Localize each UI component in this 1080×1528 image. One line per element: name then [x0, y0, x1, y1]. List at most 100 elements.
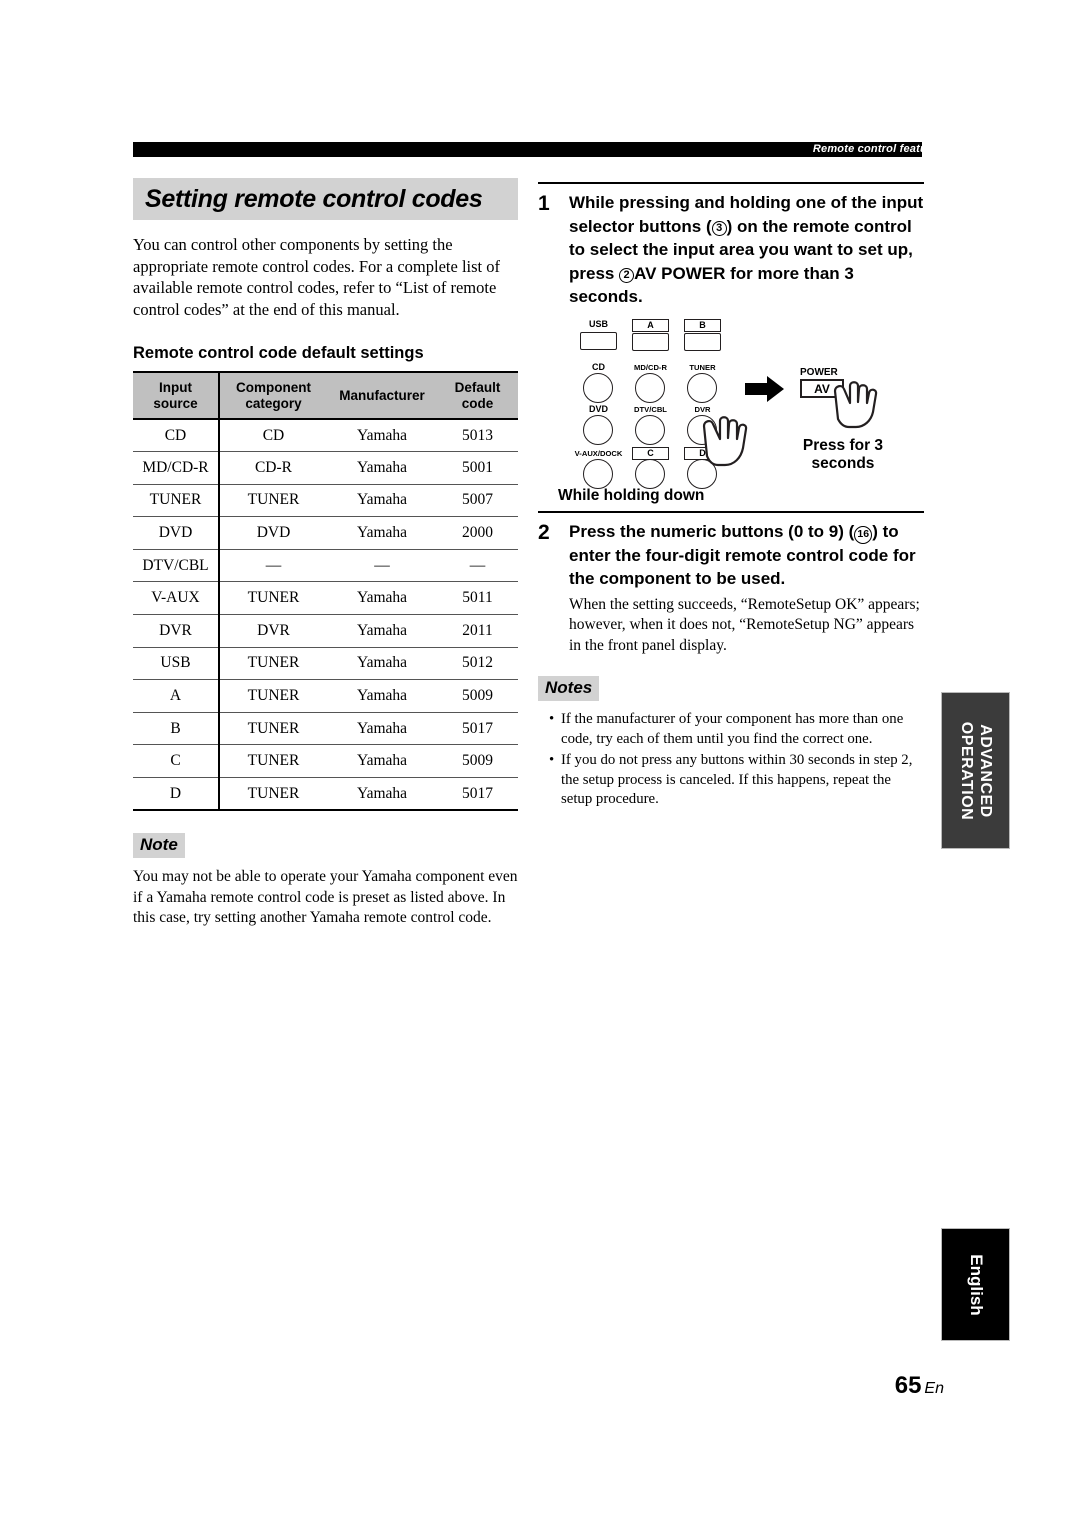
side-tab-advanced-line1: ADVANCED [976, 723, 994, 818]
step2-body: When the setting succeeds, “RemoteSetup … [569, 595, 920, 654]
step1-number: 1 [538, 192, 550, 215]
cell-input-source: DTV/CBL [133, 549, 220, 583]
table-row: USB TUNER Yamaha 5012 [133, 647, 518, 681]
cell-code: 5001 [437, 451, 518, 485]
table-row: V-AUX TUNER Yamaha 5011 [133, 581, 518, 616]
col0-line1: Input [159, 379, 192, 395]
button-cd[interactable] [583, 372, 613, 403]
list-item: If the manufacturer of your component ha… [549, 710, 924, 749]
step2-title-part-a: Press the numeric buttons (0 to 9) ( [569, 521, 855, 541]
table-row: B TUNER Yamaha 5017 [133, 712, 518, 746]
cell-code: 5012 [437, 647, 518, 681]
table-row: C TUNER Yamaha 5009 [133, 744, 518, 779]
button-label-v-aux-dock: V-AUX/DOCK [574, 448, 623, 458]
button-b[interactable] [684, 332, 721, 351]
cell-manufacturer: Yamaha [327, 614, 437, 648]
column-header-component-category: Component category [219, 372, 327, 419]
cell-code: 5011 [437, 581, 518, 616]
button-label-dtv-cbl: DTV/CBL [634, 404, 667, 414]
side-tab-english-label: English [966, 1253, 986, 1316]
button-label-a: A [632, 318, 669, 332]
button-tuner[interactable] [687, 372, 717, 403]
step1-av-power: AV POWER [634, 263, 726, 283]
cell-input-source: C [133, 744, 220, 779]
table-row: MD/CD-R CD-R Yamaha 5001 [133, 451, 518, 485]
step1-rule [538, 182, 924, 184]
cell-manufacturer: Yamaha [327, 581, 437, 616]
cell-code: 5013 [437, 419, 518, 453]
table-row: CD CD Yamaha 5013 [133, 419, 518, 453]
button-dtv-cbl[interactable] [635, 414, 665, 445]
callout-16-icon: 16 [854, 525, 873, 544]
button-md-cd-r[interactable] [635, 372, 665, 403]
cell-category: TUNER [219, 581, 327, 616]
cell-manufacturer: Yamaha [327, 744, 437, 779]
button-label-cd: CD [592, 361, 605, 372]
cell-category: TUNER [219, 744, 327, 779]
side-tab-advanced-line2: OPERATION [957, 721, 975, 820]
table-head: Input source Component category Manufact… [133, 372, 518, 419]
step-2: 2 Press the numeric buttons (0 to 9) (16… [538, 520, 924, 657]
cell-code: 5009 [437, 744, 518, 779]
table-row: A TUNER Yamaha 5009 [133, 679, 518, 713]
cell-manufacturer: Yamaha [327, 419, 437, 453]
button-label-tuner: TUNER [689, 362, 716, 372]
note-text: You may not be able to operate your Yama… [133, 868, 518, 927]
col1-line1: Component [236, 379, 311, 395]
step2-number: 2 [538, 520, 550, 544]
callout-3-icon: 3 [711, 220, 727, 236]
step-1: 1 While pressing and holding one of the … [538, 191, 924, 309]
col1-line2: category [245, 395, 302, 411]
button-c[interactable] [635, 458, 665, 489]
cell-category: TUNER [219, 777, 327, 812]
side-tab-english: English [941, 1228, 1010, 1341]
page-folio: 65 En [895, 1372, 944, 1400]
table-row: DTV/CBL — — — [133, 549, 518, 583]
table-header-row: Input source Component category Manufact… [133, 372, 518, 419]
cell-category: TUNER [219, 647, 327, 681]
note-tag: Note [133, 833, 185, 859]
cell-code: — [437, 549, 518, 583]
column-header-input-source: Input source [133, 372, 220, 419]
step1-title: While pressing and holding one of the in… [569, 191, 924, 309]
button-label-b: B [684, 318, 721, 332]
col3-line2: code [461, 395, 494, 411]
button-dvd[interactable] [583, 414, 613, 445]
side-tab-advanced-label: ADVANCED OPERATION [957, 721, 995, 819]
cell-input-source: TUNER [133, 484, 220, 518]
button-a[interactable] [632, 332, 669, 351]
arrow-right-icon [745, 375, 784, 402]
cell-input-source: D [133, 777, 220, 812]
button-v-aux-dock[interactable] [583, 458, 613, 489]
cell-code: 2000 [437, 516, 518, 550]
cell-category: TUNER [219, 679, 327, 713]
button-label-usb: USB [588, 318, 608, 329]
cell-manufacturer: Yamaha [327, 516, 437, 550]
col0-line2: source [153, 395, 198, 411]
left-column: Setting remote control codes You can con… [133, 178, 518, 944]
cell-input-source: B [133, 712, 220, 746]
table-heading: Remote control code default settings [133, 344, 424, 362]
cell-manufacturer: Yamaha [327, 647, 437, 681]
button-label-dvr: DVR [694, 404, 711, 414]
cell-manufacturer: Yamaha [327, 484, 437, 518]
step2-title: Press the numeric buttons (0 to 9) (16) … [569, 520, 924, 591]
col2-line1: Manufacturer [339, 387, 425, 403]
cell-manufacturer: Yamaha [327, 451, 437, 485]
cell-code: 2011 [437, 614, 518, 648]
cell-manufacturer: — [327, 549, 437, 583]
button-label-dvd: DVD [588, 403, 608, 414]
diagram-caption-right-line1: Press for 3 [802, 436, 884, 454]
list-item: If you do not press any buttons within 3… [549, 751, 924, 810]
remote-code-table: Input source Component category Manufact… [133, 371, 518, 812]
col3-line1: Default [454, 379, 501, 395]
diagram-caption-right-line2: seconds [811, 454, 875, 472]
table-row: DVD DVD Yamaha 2000 [133, 516, 518, 550]
cell-manufacturer: Yamaha [327, 777, 437, 812]
cell-category: TUNER [219, 712, 327, 746]
table-row: D TUNER Yamaha 5017 [133, 777, 518, 812]
button-usb[interactable] [580, 331, 617, 350]
folio-lang: En [924, 1380, 944, 1397]
running-head-text: Remote control features [812, 143, 944, 155]
cell-manufacturer: Yamaha [327, 679, 437, 713]
